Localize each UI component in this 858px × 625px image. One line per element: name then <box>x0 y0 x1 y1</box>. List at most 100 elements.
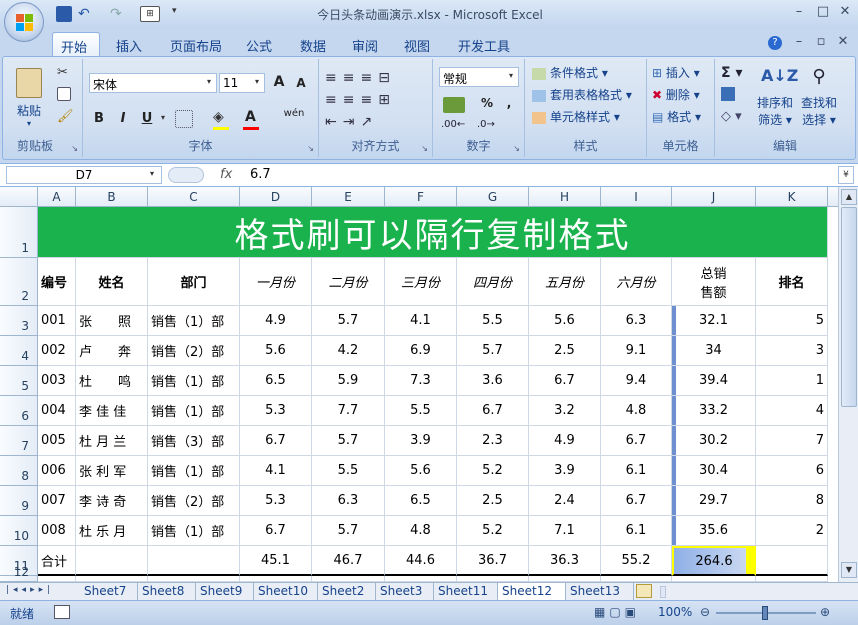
paste-button[interactable]: 粘贴 ▾ <box>9 63 49 129</box>
data-cell[interactable]: 003 <box>38 366 76 396</box>
qat-dropdown-icon[interactable]: ▾ <box>172 6 188 22</box>
header-cell[interactable]: 姓名 <box>76 258 148 306</box>
percent-button[interactable]: % <box>477 95 497 115</box>
row-header[interactable]: 6 <box>0 396 38 426</box>
cell-styles-button[interactable]: 单元格样式 ▾ <box>531 107 641 127</box>
tab-home[interactable]: 开始 <box>52 32 100 56</box>
currency-icon[interactable] <box>443 97 465 113</box>
column-header[interactable]: F <box>385 187 457 207</box>
number-dialog-launcher-icon[interactable]: ↘ <box>513 144 520 153</box>
row-header[interactable]: 4 <box>0 336 38 366</box>
data-cell[interactable]: 6.3 <box>312 486 385 516</box>
data-cell[interactable]: 杜 乐 月 <box>76 516 148 546</box>
total-cell[interactable]: 36.7 <box>457 546 529 576</box>
column-header[interactable]: J <box>672 187 756 207</box>
custom-icon[interactable]: ⊞ <box>140 6 160 22</box>
data-cell[interactable]: 6.7 <box>601 486 672 516</box>
cut-icon[interactable]: ✂ <box>57 65 68 80</box>
find-select-button[interactable]: ⚲ 查找和 选择 ▾ <box>799 63 839 131</box>
horizontal-scrollbar[interactable] <box>660 586 666 598</box>
select-all-corner[interactable] <box>0 187 38 207</box>
font-color-icon[interactable]: A <box>245 109 256 125</box>
help-icon[interactable]: ? <box>768 36 782 50</box>
total-cell[interactable] <box>756 546 828 576</box>
data-cell[interactable]: 杜 鸣 <box>76 366 148 396</box>
data-cell[interactable]: 5.7 <box>312 306 385 336</box>
wb-restore-icon[interactable]: ▫ <box>810 34 832 50</box>
data-cell[interactable]: 5.5 <box>385 396 457 426</box>
format-as-table-button[interactable]: 套用表格格式 ▾ <box>531 85 643 105</box>
header-cell[interactable]: 五月份 <box>529 258 601 306</box>
row-header[interactable]: 7 <box>0 426 38 456</box>
shrink-font-button[interactable]: A <box>291 75 311 93</box>
data-cell[interactable]: 5.7 <box>312 426 385 456</box>
header-cell[interactable]: 编号 <box>38 258 76 306</box>
sheet-tab[interactable]: Sheet8 <box>138 583 196 600</box>
data-cell[interactable]: 张 利 军 <box>76 456 148 486</box>
italic-button[interactable]: I <box>113 109 133 129</box>
data-cell[interactable]: 5.9 <box>312 366 385 396</box>
sort-filter-button[interactable]: A↓Z 排序和 筛选 ▾ <box>755 63 798 131</box>
data-cell[interactable]: 4.8 <box>385 516 457 546</box>
name-box-chevron-icon[interactable]: ▾ <box>150 169 154 178</box>
data-cell[interactable]: 4.9 <box>529 426 601 456</box>
fill-icon[interactable] <box>721 87 735 101</box>
data-cell[interactable]: 李 佳 佳 <box>76 396 148 426</box>
data-cell[interactable]: 2 <box>756 516 828 546</box>
underline-chevron-icon[interactable]: ▾ <box>161 113 165 122</box>
minimize-icon[interactable]: – <box>788 4 810 20</box>
zoom-out-icon[interactable]: ⊖ <box>700 605 710 619</box>
sheet-tab[interactable]: Sheet10 <box>254 583 318 600</box>
format-cells-button[interactable]: ▤ 格式 ▾ <box>651 107 713 127</box>
data-cell[interactable]: 4.1 <box>385 306 457 336</box>
insert-cells-button[interactable]: ⊞ 插入 ▾ <box>651 63 713 83</box>
column-header[interactable]: C <box>148 187 240 207</box>
data-cell[interactable]: 销售（2）部 <box>148 486 240 516</box>
data-cell[interactable]: 39.4 <box>672 366 756 396</box>
font-size-chevron-icon[interactable]: ▾ <box>255 77 259 86</box>
close-icon[interactable]: ✕ <box>834 4 856 20</box>
header-cell[interactable]: 二月份 <box>312 258 385 306</box>
data-cell[interactable]: 6.1 <box>601 456 672 486</box>
data-cell[interactable]: 6.5 <box>240 366 312 396</box>
data-cell[interactable]: 29.7 <box>672 486 756 516</box>
data-cell[interactable]: 32.1 <box>672 306 756 336</box>
data-cell[interactable]: 6.3 <box>601 306 672 336</box>
fill-color-icon[interactable]: ◈ <box>213 109 224 125</box>
data-cell[interactable]: 杜 月 兰 <box>76 426 148 456</box>
data-cell[interactable]: 3.6 <box>457 366 529 396</box>
total-cell[interactable]: 44.6 <box>385 546 457 576</box>
sheet-tab[interactable]: Sheet9 <box>196 583 254 600</box>
data-cell[interactable]: 5.6 <box>529 306 601 336</box>
data-cell[interactable]: 4.9 <box>240 306 312 336</box>
sheet-tab[interactable]: Sheet3 <box>376 583 434 600</box>
column-header[interactable]: B <box>76 187 148 207</box>
save-icon[interactable] <box>56 6 72 22</box>
data-cell[interactable]: 005 <box>38 426 76 456</box>
total-cell[interactable]: 合计 <box>38 546 76 576</box>
data-cell[interactable]: 6.7 <box>529 366 601 396</box>
bold-button[interactable]: B <box>89 109 109 129</box>
sheet-title-banner[interactable]: 格式刷可以隔行复制格式 <box>38 207 828 258</box>
data-cell[interactable]: 4.2 <box>312 336 385 366</box>
header-cell[interactable]: 四月份 <box>457 258 529 306</box>
scroll-thumb[interactable] <box>841 207 857 407</box>
comma-button[interactable]: , <box>499 95 519 115</box>
total-cell[interactable] <box>76 546 148 576</box>
data-cell[interactable]: 30.2 <box>672 426 756 456</box>
redo-icon[interactable]: ↷ <box>110 6 126 22</box>
data-cell[interactable]: 008 <box>38 516 76 546</box>
name-box[interactable]: D7 <box>6 166 162 184</box>
zoom-in-icon[interactable]: ⊕ <box>820 605 830 619</box>
data-cell[interactable]: 4.1 <box>240 456 312 486</box>
expand-formula-bar-icon[interactable]: ¥ <box>838 166 854 184</box>
row-header[interactable]: 10 <box>0 516 38 546</box>
total-cell[interactable]: 55.2 <box>601 546 672 576</box>
data-cell[interactable]: 4 <box>756 396 828 426</box>
column-header[interactable]: I <box>601 187 672 207</box>
header-cell[interactable]: 总销 售额 <box>672 258 756 306</box>
phonetic-button[interactable]: wén <box>279 107 309 131</box>
copy-icon[interactable] <box>57 87 71 101</box>
sheet-tab[interactable]: Sheet2 <box>318 583 376 600</box>
column-header[interactable]: H <box>529 187 601 207</box>
